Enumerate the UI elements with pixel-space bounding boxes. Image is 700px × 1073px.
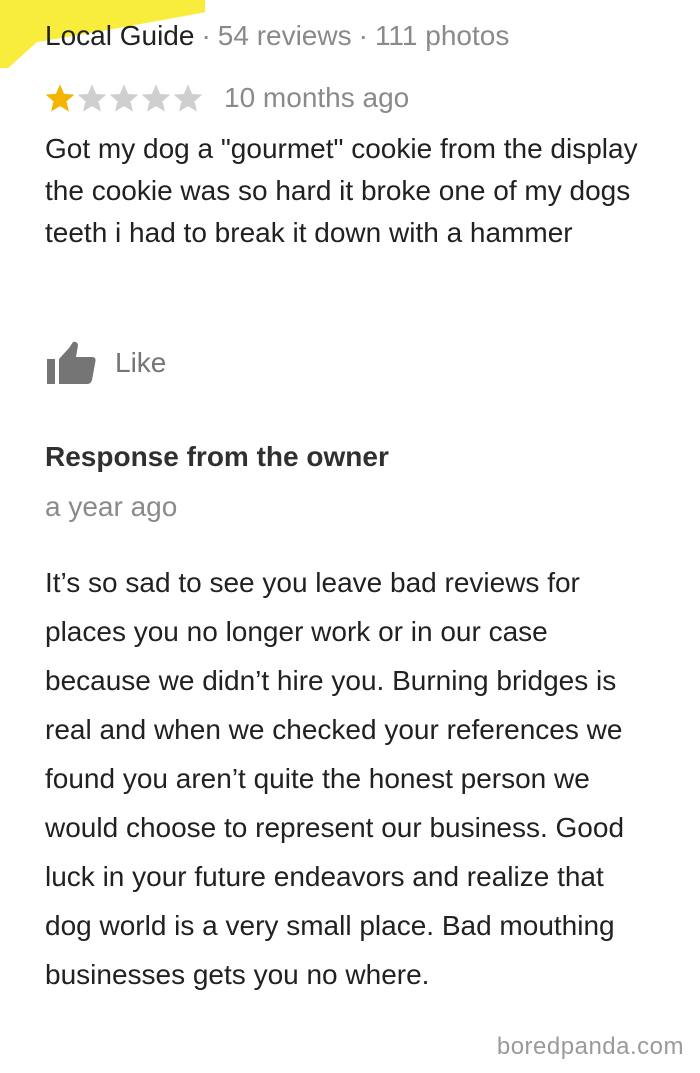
review-body: Got my dog a "gourmet" cookie from the d… <box>45 133 638 248</box>
owner-response-time: a year ago <box>45 491 178 522</box>
thumbs-up-icon <box>47 341 96 384</box>
meta-separator: · <box>201 20 211 51</box>
meta-separator: · <box>358 20 368 51</box>
star-filled-icon <box>45 84 75 112</box>
reviewer-meta: Local Guide · 54 reviews · 111 photos <box>45 16 509 56</box>
watermark: boredpanda.com <box>496 1033 684 1060</box>
review-time: 10 months ago <box>224 82 410 113</box>
star-empty-icon <box>109 84 139 112</box>
owner-response-body: It’s so sad to see you leave bad reviews… <box>45 567 625 990</box>
local-guide-badge[interactable]: Local Guide <box>45 20 194 51</box>
like-button[interactable]: Like <box>45 338 166 388</box>
rating-row: 10 months ago <box>44 78 409 118</box>
star-empty-icon <box>173 84 203 112</box>
star-empty-icon <box>141 84 171 112</box>
star-rating <box>44 83 204 113</box>
like-label: Like <box>115 347 167 378</box>
owner-response-title: Response from the owner <box>45 441 389 472</box>
star-empty-icon <box>77 84 107 112</box>
reviews-count[interactable]: 54 reviews <box>218 20 352 51</box>
photos-count[interactable]: 111 photos <box>375 20 509 51</box>
